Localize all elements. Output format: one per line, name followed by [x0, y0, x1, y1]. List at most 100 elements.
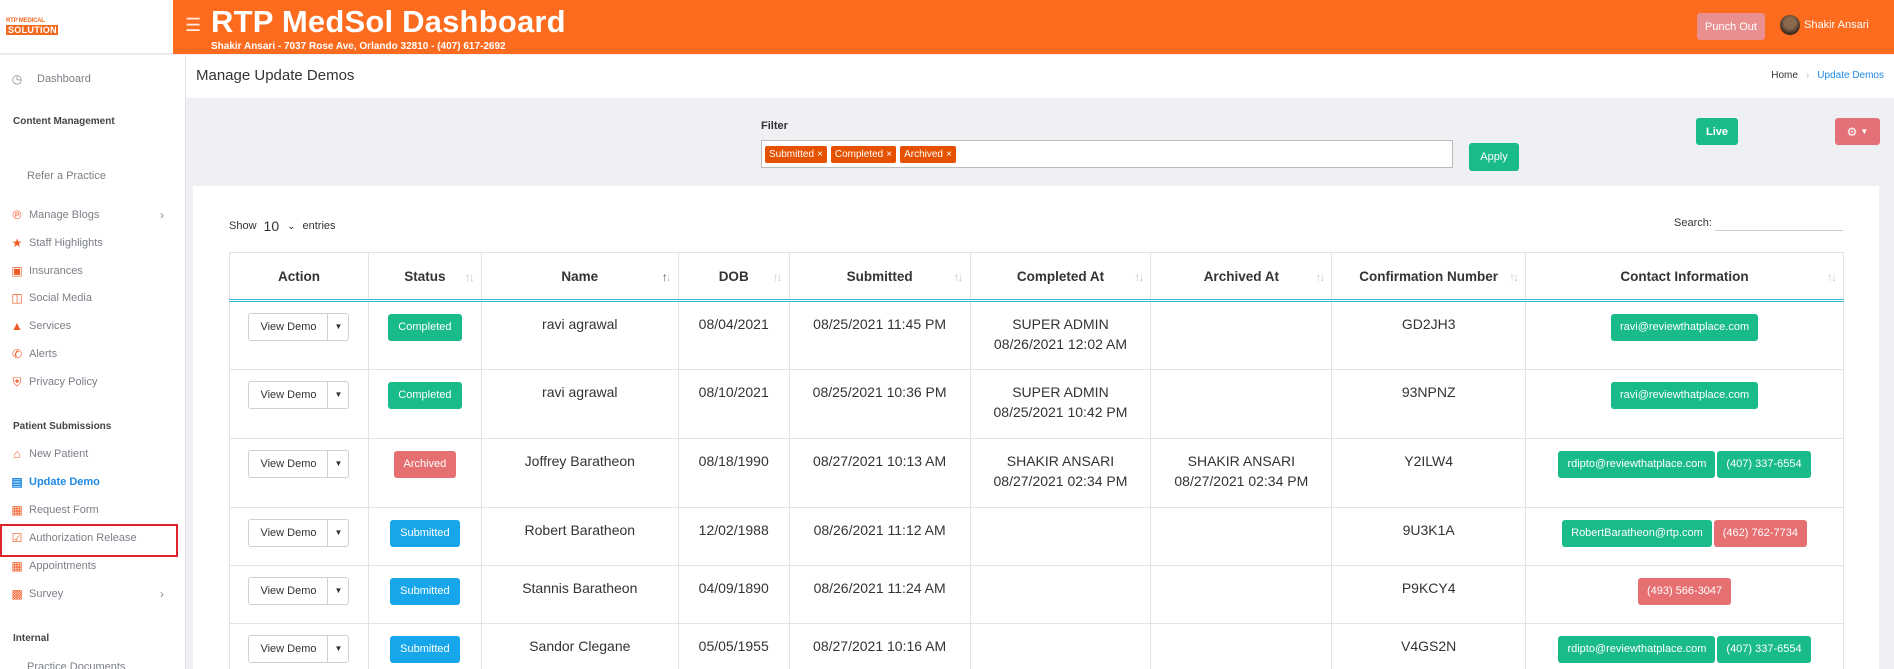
page-header: Manage Update Demos Home › Update Demos: [186, 55, 1894, 98]
punch-out-button[interactable]: Punch Out: [1697, 13, 1765, 40]
sidebar-item-social-media[interactable]: ◫ Social Media: [10, 291, 92, 305]
live-button[interactable]: Live: [1696, 118, 1738, 145]
chevron-right-icon[interactable]: ›: [160, 208, 164, 222]
contact-cell: ravi@reviewthatplace.com: [1525, 369, 1844, 439]
settings-dropdown-button[interactable]: ⚙ ▼: [1835, 118, 1880, 145]
caret-down-icon[interactable]: ▼: [328, 382, 348, 408]
sidebar-item-refer-practice[interactable]: Refer a Practice: [27, 170, 106, 182]
filter-tag-submitted[interactable]: Submitted ×: [765, 145, 827, 163]
status-cell: Completed: [367, 300, 482, 370]
sort-icon: ↑↓: [1509, 270, 1519, 284]
sidebar-item-survey[interactable]: ▩ Survey: [10, 587, 63, 601]
contact-cell: RobertBaratheon@rtp.com (462) 762-7734: [1525, 507, 1844, 566]
action-cell: View Demo ▼: [229, 507, 369, 566]
contact-phone-button[interactable]: (407) 337-6554: [1717, 636, 1811, 663]
status-cell: Submitted: [367, 565, 482, 624]
column-header-confirmation[interactable]: Confirmation Number ↑↓: [1331, 252, 1527, 302]
sidebar-item-authorization-release[interactable]: ☑ Authorization Release: [10, 531, 137, 545]
apply-button[interactable]: Apply: [1469, 143, 1519, 171]
caret-down-icon[interactable]: ▼: [328, 520, 348, 546]
submitted-cell: 08/26/2021 11:12 AM: [788, 507, 971, 566]
insurance-icon: ▣: [11, 264, 23, 278]
remove-icon[interactable]: ×: [817, 149, 823, 160]
entries-select[interactable]: 10 ⌄: [262, 218, 298, 234]
column-header-status[interactable]: Status ↑↓: [367, 252, 482, 302]
completed-at: 08/25/2021 10:42 PM: [993, 404, 1128, 420]
table-row: View Demo ▼ Submitted Robert Baratheon 12/02…: [229, 507, 1844, 566]
column-header-submitted[interactable]: Submitted ↑↓: [788, 252, 971, 302]
view-demo-split-button[interactable]: View Demo ▼: [248, 313, 350, 341]
sidebar-item-insurances[interactable]: ▣ Insurances: [10, 264, 82, 278]
view-demo-button[interactable]: View Demo: [249, 578, 329, 604]
view-demo-split-button[interactable]: View Demo ▼: [248, 450, 350, 478]
user-menu[interactable]: Shakir Ansari: [1780, 15, 1869, 35]
completed-cell: [969, 565, 1152, 624]
status-badge: Submitted: [390, 520, 460, 547]
filter-tag-archived[interactable]: Archived ×: [900, 145, 956, 163]
completed-at: 08/27/2021 02:34 PM: [993, 473, 1128, 489]
sidebar-item-staff-highlights[interactable]: ★ Staff Highlights: [10, 236, 103, 250]
contact-email-button[interactable]: RobertBaratheon@rtp.com: [1562, 520, 1712, 547]
sidebar-item-alerts[interactable]: ✆ Alerts: [10, 347, 57, 361]
status-badge: Completed: [388, 382, 462, 409]
view-demo-split-button[interactable]: View Demo ▼: [248, 635, 350, 663]
logo-area[interactable]: RTP MEDICAL SOLUTION: [0, 0, 173, 54]
view-demo-button[interactable]: View Demo: [249, 451, 329, 477]
contact-email-button[interactable]: ravi@reviewthatplace.com: [1610, 314, 1759, 341]
view-demo-button[interactable]: View Demo: [249, 520, 329, 546]
caret-down-icon[interactable]: ▼: [328, 314, 348, 340]
sidebar-item-new-patient[interactable]: ⌂ New Patient: [10, 447, 88, 461]
completed-cell: SHAKIR ANSARI 08/27/2021 02:34 PM: [969, 438, 1152, 508]
contact-phone-button[interactable]: (407) 337-6554: [1717, 451, 1811, 478]
sidebar-item-practice-documents[interactable]: Practice Documents: [27, 661, 125, 669]
contact-email-button[interactable]: rdipto@reviewthatplace.com: [1558, 636, 1716, 663]
id-card-icon: ▤: [11, 475, 23, 489]
sidebar-item-appointments[interactable]: ▦ Appointments: [10, 559, 96, 573]
hamburger-menu-icon[interactable]: ☰: [185, 15, 201, 36]
view-demo-button[interactable]: View Demo: [249, 636, 329, 662]
contact-phone-button[interactable]: (493) 566-3047: [1637, 578, 1732, 605]
dob-cell: 05/05/1955: [677, 623, 790, 669]
column-header-completed-at[interactable]: Completed At ↑↓: [969, 252, 1152, 302]
survey-icon: ▩: [11, 587, 23, 601]
caret-down-icon[interactable]: ▼: [328, 578, 348, 604]
archived-cell: [1150, 623, 1333, 669]
column-header-name[interactable]: Name ↑↓: [480, 252, 679, 302]
status-cell: Submitted: [367, 507, 482, 566]
filter-input[interactable]: Submitted × Completed × Archived ×: [761, 140, 1453, 168]
caret-down-icon[interactable]: ▼: [328, 451, 348, 477]
sidebar-item-manage-blogs[interactable]: ℗ Manage Blogs: [10, 208, 100, 222]
column-header-archived-at[interactable]: Archived At ↑↓: [1150, 252, 1333, 302]
view-demo-split-button[interactable]: View Demo ▼: [248, 381, 350, 409]
view-demo-split-button[interactable]: View Demo ▼: [248, 577, 350, 605]
filter-tag-completed[interactable]: Completed ×: [830, 145, 897, 163]
sidebar-item-services[interactable]: ▲ Services: [10, 319, 71, 333]
table-header-row: Action Status ↑↓ Name ↑↓ DOB ↑↓ Submitted ↑↓…: [229, 252, 1844, 302]
search-input[interactable]: [1714, 215, 1843, 231]
contact-email-button[interactable]: ravi@reviewthatplace.com: [1610, 382, 1759, 409]
contact-email-button[interactable]: rdipto@reviewthatplace.com: [1558, 451, 1716, 478]
contact-phone-button[interactable]: (462) 762-7734: [1713, 520, 1807, 547]
caret-down-icon[interactable]: ▼: [328, 636, 348, 662]
column-header-contact[interactable]: Contact Information ↑↓: [1525, 252, 1844, 302]
status-cell: Completed: [367, 369, 482, 439]
view-demo-button[interactable]: View Demo: [249, 314, 329, 340]
view-demo-button[interactable]: View Demo: [249, 382, 329, 408]
confirmation-cell: 93NPNZ: [1331, 369, 1527, 439]
chevron-right-icon[interactable]: ›: [160, 587, 164, 601]
status-badge: Completed: [388, 314, 462, 341]
sidebar-item-update-demo[interactable]: ▤ Update Demo: [10, 475, 100, 489]
sidebar-item-request-form[interactable]: ▦ Request Form: [10, 503, 98, 517]
column-header-dob[interactable]: DOB ↑↓: [677, 252, 790, 302]
dob-cell: 04/09/1890: [677, 565, 790, 624]
remove-icon[interactable]: ×: [886, 149, 892, 160]
breadcrumb-home[interactable]: Home: [1771, 70, 1798, 81]
sidebar-item-privacy-policy[interactable]: ⛨ Privacy Policy: [10, 375, 97, 389]
completed-at: 08/26/2021 12:02 AM: [993, 336, 1128, 352]
archived-cell: [1150, 300, 1333, 370]
blog-icon: ℗: [12, 208, 22, 222]
view-demo-split-button[interactable]: View Demo ▼: [248, 519, 350, 547]
action-cell: View Demo ▼: [229, 369, 369, 439]
remove-icon[interactable]: ×: [946, 149, 952, 160]
sidebar-item-dashboard[interactable]: ◷ Dashboard: [10, 72, 91, 86]
